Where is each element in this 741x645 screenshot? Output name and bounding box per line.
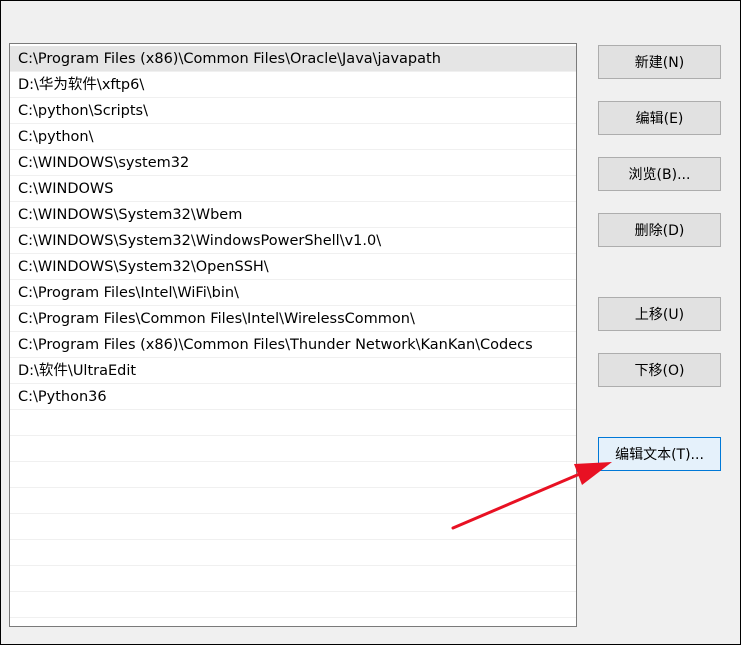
path-list-item[interactable]: D:\软件\UltraEdit [10, 358, 576, 384]
path-list-item[interactable] [10, 566, 576, 592]
move-down-button-label: 下移(O) [634, 363, 685, 379]
path-list-item[interactable]: C:\WINDOWS\System32\Wbem [10, 202, 576, 228]
move-up-button-label: 上移(U) [634, 307, 685, 323]
edit-button[interactable]: 编辑(E) [598, 101, 721, 135]
path-list[interactable]: C:\Program Files (x86)\Common Files\Orac… [9, 43, 577, 627]
path-list-item[interactable]: C:\Program Files\Common Files\Intel\Wire… [10, 306, 576, 332]
path-list-item[interactable] [10, 514, 576, 540]
edit-text-button[interactable]: 编辑文本(T)... [598, 437, 721, 471]
browse-button[interactable]: 浏览(B)... [598, 157, 721, 191]
path-list-item[interactable]: C:\WINDOWS [10, 176, 576, 202]
path-list-item[interactable]: C:\WINDOWS\System32\WindowsPowerShell\v1… [10, 228, 576, 254]
path-list-item[interactable]: C:\Program Files\Intel\WiFi\bin\ [10, 280, 576, 306]
path-list-item[interactable] [10, 436, 576, 462]
path-list-item[interactable] [10, 488, 576, 514]
environment-variable-dialog: C:\Program Files (x86)\Common Files\Orac… [0, 0, 741, 645]
path-list-item[interactable]: C:\python\Scripts\ [10, 98, 576, 124]
path-list-item[interactable]: C:\WINDOWS\System32\OpenSSH\ [10, 254, 576, 280]
path-list-item[interactable]: C:\WINDOWS\system32 [10, 150, 576, 176]
delete-button-label: 删除(D) [634, 223, 685, 239]
browse-button-label: 浏览(B)... [628, 167, 691, 183]
new-button[interactable]: 新建(N) [598, 45, 721, 79]
move-up-button[interactable]: 上移(U) [598, 297, 721, 331]
delete-button[interactable]: 删除(D) [598, 213, 721, 247]
path-list-item[interactable]: C:\python\ [10, 124, 576, 150]
path-list-item[interactable]: C:\Program Files (x86)\Common Files\Thun… [10, 332, 576, 358]
path-list-item[interactable] [10, 592, 576, 618]
move-down-button[interactable]: 下移(O) [598, 353, 721, 387]
new-button-label: 新建(N) [634, 55, 685, 71]
path-list-item[interactable] [10, 410, 576, 436]
edit-button-label: 编辑(E) [635, 111, 684, 127]
path-list-item[interactable]: C:\Program Files (x86)\Common Files\Orac… [10, 46, 576, 72]
path-list-item[interactable] [10, 462, 576, 488]
edit-text-button-label: 编辑文本(T)... [615, 447, 704, 463]
path-list-item[interactable] [10, 540, 576, 566]
path-list-item[interactable]: C:\Python36 [10, 384, 576, 410]
path-list-item[interactable]: D:\华为软件\xftp6\ [10, 72, 576, 98]
